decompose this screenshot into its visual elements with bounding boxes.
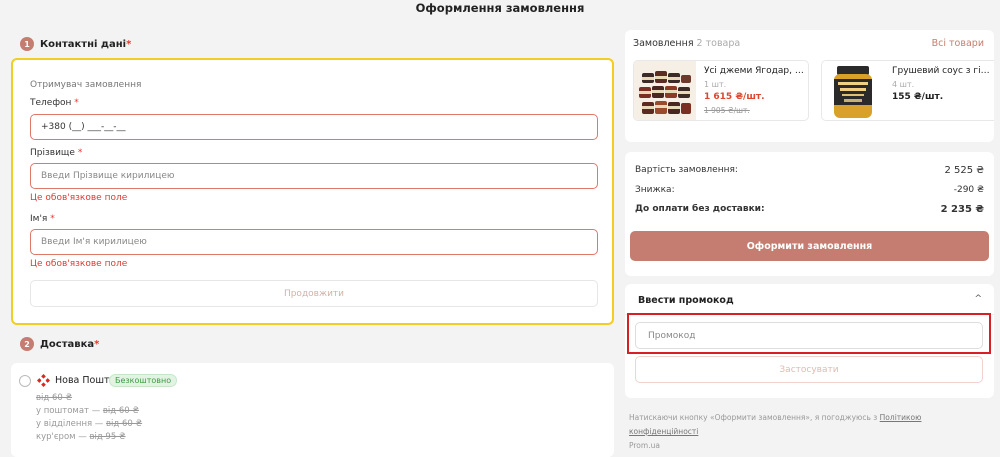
promo-code-input[interactable]: Промокод bbox=[635, 322, 983, 349]
name-label: Ім'я * bbox=[30, 214, 55, 224]
order-title: Замовлення 2 товара bbox=[633, 38, 741, 49]
checkout-button[interactable]: Оформити замовлення bbox=[630, 231, 989, 261]
phone-label: Телефон * bbox=[30, 98, 79, 108]
recipient-label: Отримувач замовлення bbox=[30, 80, 142, 90]
delivery-courier-line: кур'єром — від 95 ₴ bbox=[36, 432, 126, 442]
free-delivery-badge: Безкоштовно bbox=[109, 374, 178, 387]
step-number-2: 2 bbox=[20, 337, 34, 351]
phone-input[interactable]: +380 (__) ___-__-__ bbox=[30, 114, 598, 140]
delivery-section-header: 2 Доставка* bbox=[20, 337, 99, 351]
product-price: 155 ₴/шт. bbox=[892, 92, 944, 102]
product-price: 1 615 ₴/шт. bbox=[704, 92, 765, 102]
delivery-price-line: від 60 ₴ bbox=[36, 393, 73, 403]
delivery-section-title: Доставка* bbox=[40, 338, 100, 350]
order-cost-row: Вартість замовлення: 2 525 ₴ bbox=[635, 165, 984, 176]
surname-error: Це обов'язкове поле bbox=[30, 193, 128, 203]
name-input[interactable]: Введи Ім'я кирилицею bbox=[30, 229, 598, 255]
contact-form: Отримувач замовлення Телефон * +380 (__)… bbox=[11, 58, 614, 325]
nova-poshta-radio[interactable] bbox=[19, 375, 31, 387]
product-qty: 1 шт. bbox=[704, 80, 727, 89]
delivery-postomat-line: у поштомат — від 60 ₴ bbox=[36, 406, 139, 416]
product-card-jams[interactable]: Усі джеми Ягодар, 15 шт 1 шт. 1 615 ₴/шт… bbox=[633, 60, 809, 121]
discount-row: Знижка: -290 ₴ bbox=[635, 185, 984, 195]
summary-card: Вартість замовлення: 2 525 ₴ Знижка: -290 … bbox=[625, 152, 994, 276]
surname-label: Прізвище * bbox=[30, 148, 83, 158]
nova-poshta-name: Нова Пошта bbox=[55, 375, 116, 386]
product-image-sauce bbox=[822, 61, 884, 120]
legal-notice: Натискаючи кнопку «Оформити замовлення»,… bbox=[629, 413, 922, 450]
chevron-up-icon[interactable]: ^ bbox=[974, 294, 982, 304]
contact-section-header: 1 Контактні дані* bbox=[20, 37, 131, 51]
product-name: Грушевий соус з гірчицею bbox=[892, 66, 992, 76]
product-card-sauce[interactable]: Грушевий соус з гірчицею 4 шт. 155 ₴/шт. bbox=[821, 60, 994, 121]
apply-promo-button[interactable]: Застосувати bbox=[635, 356, 983, 383]
continue-button[interactable]: Продовжити bbox=[30, 280, 598, 307]
surname-input[interactable]: Введи Прізвище кирилицею bbox=[30, 163, 598, 189]
nova-poshta-logo-icon bbox=[37, 374, 50, 387]
step-number-1: 1 bbox=[20, 37, 34, 51]
contact-section-title: Контактні дані* bbox=[40, 38, 132, 50]
name-error: Це обов'язкове поле bbox=[30, 259, 128, 269]
page-title: Оформлення замовлення bbox=[415, 1, 585, 15]
delivery-branch-line: у відділення — від 60 ₴ bbox=[36, 419, 143, 429]
delivery-options: Нова Пошта Безкоштовно від 60 ₴ у поштом… bbox=[11, 363, 614, 457]
product-image-jams bbox=[634, 61, 696, 120]
product-name: Усі джеми Ягодар, 15 шт bbox=[704, 66, 806, 76]
promo-title[interactable]: Ввести промокод bbox=[638, 295, 734, 306]
product-old-price: 1 905 ₴/шт. bbox=[704, 106, 750, 115]
all-products-link[interactable]: Всі товари bbox=[932, 38, 984, 49]
total-row: До оплати без доставки: 2 235 ₴ bbox=[635, 204, 984, 215]
product-qty: 4 шт. bbox=[892, 80, 915, 89]
order-card: Замовлення 2 товара Всі товари Усі джеми… bbox=[625, 30, 994, 142]
